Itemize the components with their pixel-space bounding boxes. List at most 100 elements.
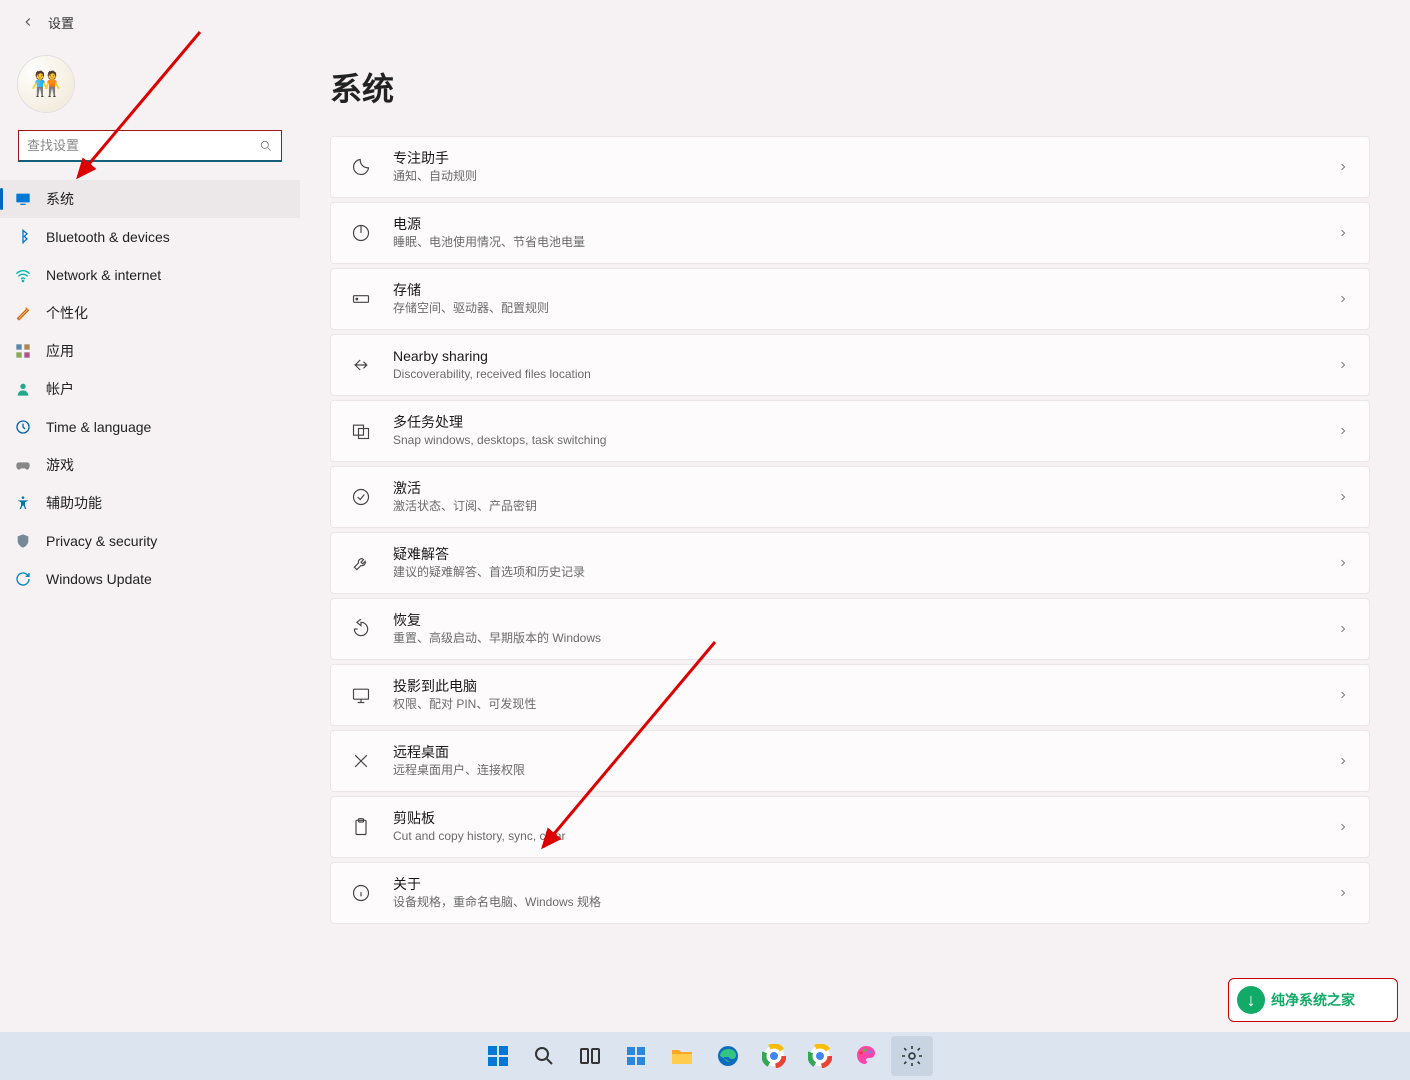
taskbar-chrome-2[interactable] (799, 1036, 841, 1076)
card-title: 关于 (393, 875, 1337, 893)
card-title: 专注助手 (393, 149, 1337, 167)
nav-item-update[interactable]: Windows Update (0, 560, 300, 598)
card-multitask[interactable]: 多任务处理Snap windows, desktops, task switch… (330, 400, 1370, 462)
taskbar (0, 1032, 1410, 1080)
multitask-icon (349, 419, 373, 443)
nav-item-label: Bluetooth & devices (46, 229, 170, 245)
avatar-area: 🧑‍🤝‍🧑 (0, 50, 300, 130)
card-storage[interactable]: 存储存储空间、驱动器、配置规则 (330, 268, 1370, 330)
nav-item-label: Windows Update (46, 571, 152, 587)
nav-item-time[interactable]: Time & language (0, 408, 300, 446)
chevron-right-icon (1337, 490, 1351, 504)
card-title: 远程桌面 (393, 743, 1337, 761)
card-troubleshoot[interactable]: 疑难解答建议的疑难解答、首选项和历史记录 (330, 532, 1370, 594)
card-text: 存储存储空间、驱动器、配置规则 (393, 281, 1337, 317)
card-about[interactable]: 关于设备规格，重命名电脑、Windows 规格 (330, 862, 1370, 924)
nav-item-personalization[interactable]: 个性化 (0, 294, 300, 332)
card-text: Nearby sharingDiscoverability, received … (393, 347, 1337, 383)
sidebar: 🧑‍🤝‍🧑 系统 Bluetooth & devices Network & int… (0, 44, 300, 598)
nav-item-system[interactable]: 系统 (0, 180, 300, 218)
chevron-right-icon (1337, 424, 1351, 438)
nav-item-label: Network & internet (46, 267, 161, 283)
time-icon (14, 418, 32, 436)
nearby-icon (349, 353, 373, 377)
nav-item-apps[interactable]: 应用 (0, 332, 300, 370)
window-header: 设置 (0, 0, 1410, 44)
card-focus[interactable]: 专注助手通知、自动规则 (330, 136, 1370, 198)
card-text: 多任务处理Snap windows, desktops, task switch… (393, 413, 1337, 449)
chevron-right-icon (1337, 886, 1351, 900)
remote-icon (349, 749, 373, 773)
update-icon (14, 570, 32, 588)
search-input[interactable] (18, 130, 282, 162)
card-subtitle: Snap windows, desktops, task switching (393, 432, 1337, 449)
taskbar-taskview[interactable] (569, 1036, 611, 1076)
card-subtitle: Cut and copy history, sync, clear (393, 828, 1337, 845)
card-title: 剪贴板 (393, 809, 1337, 827)
nav-item-label: Privacy & security (46, 533, 157, 549)
card-text: 剪贴板Cut and copy history, sync, clear (393, 809, 1337, 845)
taskbar-chrome-1[interactable] (753, 1036, 795, 1076)
card-text: 恢复重置、高级启动、早期版本的 Windows (393, 611, 1337, 647)
card-activation[interactable]: 激活激活状态、订阅、产品密钥 (330, 466, 1370, 528)
card-recovery[interactable]: 恢复重置、高级启动、早期版本的 Windows (330, 598, 1370, 660)
focus-icon (349, 155, 373, 179)
card-power[interactable]: 电源睡眠、电池使用情况、节省电池电量 (330, 202, 1370, 264)
taskbar-search[interactable] (523, 1036, 565, 1076)
card-subtitle: 睡眠、电池使用情况、节省电池电量 (393, 234, 1337, 251)
troubleshoot-icon (349, 551, 373, 575)
card-project[interactable]: 投影到此电脑权限、配对 PIN、可发现性 (330, 664, 1370, 726)
storage-icon (349, 287, 373, 311)
accessibility-icon (14, 494, 32, 512)
page-title: 系统 (330, 64, 1370, 110)
taskbar-center (477, 1036, 933, 1076)
taskbar-start[interactable] (477, 1036, 519, 1076)
back-button[interactable] (14, 8, 42, 36)
taskbar-explorer[interactable] (661, 1036, 703, 1076)
user-avatar[interactable]: 🧑‍🤝‍🧑 (18, 56, 74, 112)
nav-item-label: 游戏 (46, 455, 74, 475)
card-text: 疑难解答建议的疑难解答、首选项和历史记录 (393, 545, 1337, 581)
nav-item-label: 帐户 (46, 379, 74, 399)
nav-item-bluetooth[interactable]: Bluetooth & devices (0, 218, 300, 256)
clipboard-icon (349, 815, 373, 839)
watermark-text: 纯净系统之家 (1271, 990, 1355, 1010)
card-subtitle: 远程桌面用户、连接权限 (393, 762, 1337, 779)
nav-item-network[interactable]: Network & internet (0, 256, 300, 294)
main-content: 系统 专注助手通知、自动规则电源睡眠、电池使用情况、节省电池电量存储存储空间、驱… (300, 44, 1394, 1028)
watermark-icon: ↓ (1237, 986, 1265, 1014)
accounts-icon (14, 380, 32, 398)
bluetooth-icon (14, 228, 32, 246)
card-title: 疑难解答 (393, 545, 1337, 563)
privacy-icon (14, 532, 32, 550)
nav-item-accessibility[interactable]: 辅助功能 (0, 484, 300, 522)
nav-item-gaming[interactable]: 游戏 (0, 446, 300, 484)
system-icon (14, 190, 32, 208)
nav-list: 系统 Bluetooth & devices Network & internet 个… (0, 180, 300, 598)
nav-item-label: 个性化 (46, 303, 88, 323)
about-icon (349, 881, 373, 905)
taskbar-widgets[interactable] (615, 1036, 657, 1076)
chevron-right-icon (1337, 754, 1351, 768)
card-title: 存储 (393, 281, 1337, 299)
nav-item-label: 系统 (46, 189, 74, 209)
recovery-icon (349, 617, 373, 641)
taskbar-edge[interactable] (707, 1036, 749, 1076)
chevron-right-icon (1337, 292, 1351, 306)
card-nearby[interactable]: Nearby sharingDiscoverability, received … (330, 334, 1370, 396)
taskbar-paint[interactable] (845, 1036, 887, 1076)
card-remote[interactable]: 远程桌面远程桌面用户、连接权限 (330, 730, 1370, 792)
taskbar-settings[interactable] (891, 1036, 933, 1076)
card-clipboard[interactable]: 剪贴板Cut and copy history, sync, clear (330, 796, 1370, 858)
nav-item-privacy[interactable]: Privacy & security (0, 522, 300, 560)
card-text: 专注助手通知、自动规则 (393, 149, 1337, 185)
card-title: 电源 (393, 215, 1337, 233)
card-title: 恢复 (393, 611, 1337, 629)
card-subtitle: 权限、配对 PIN、可发现性 (393, 696, 1337, 713)
nav-item-accounts[interactable]: 帐户 (0, 370, 300, 408)
chevron-right-icon (1337, 358, 1351, 372)
search-icon[interactable] (256, 136, 276, 156)
card-subtitle: 设备规格，重命名电脑、Windows 规格 (393, 894, 1337, 911)
card-title: 多任务处理 (393, 413, 1337, 431)
nav-item-label: 辅助功能 (46, 493, 102, 513)
